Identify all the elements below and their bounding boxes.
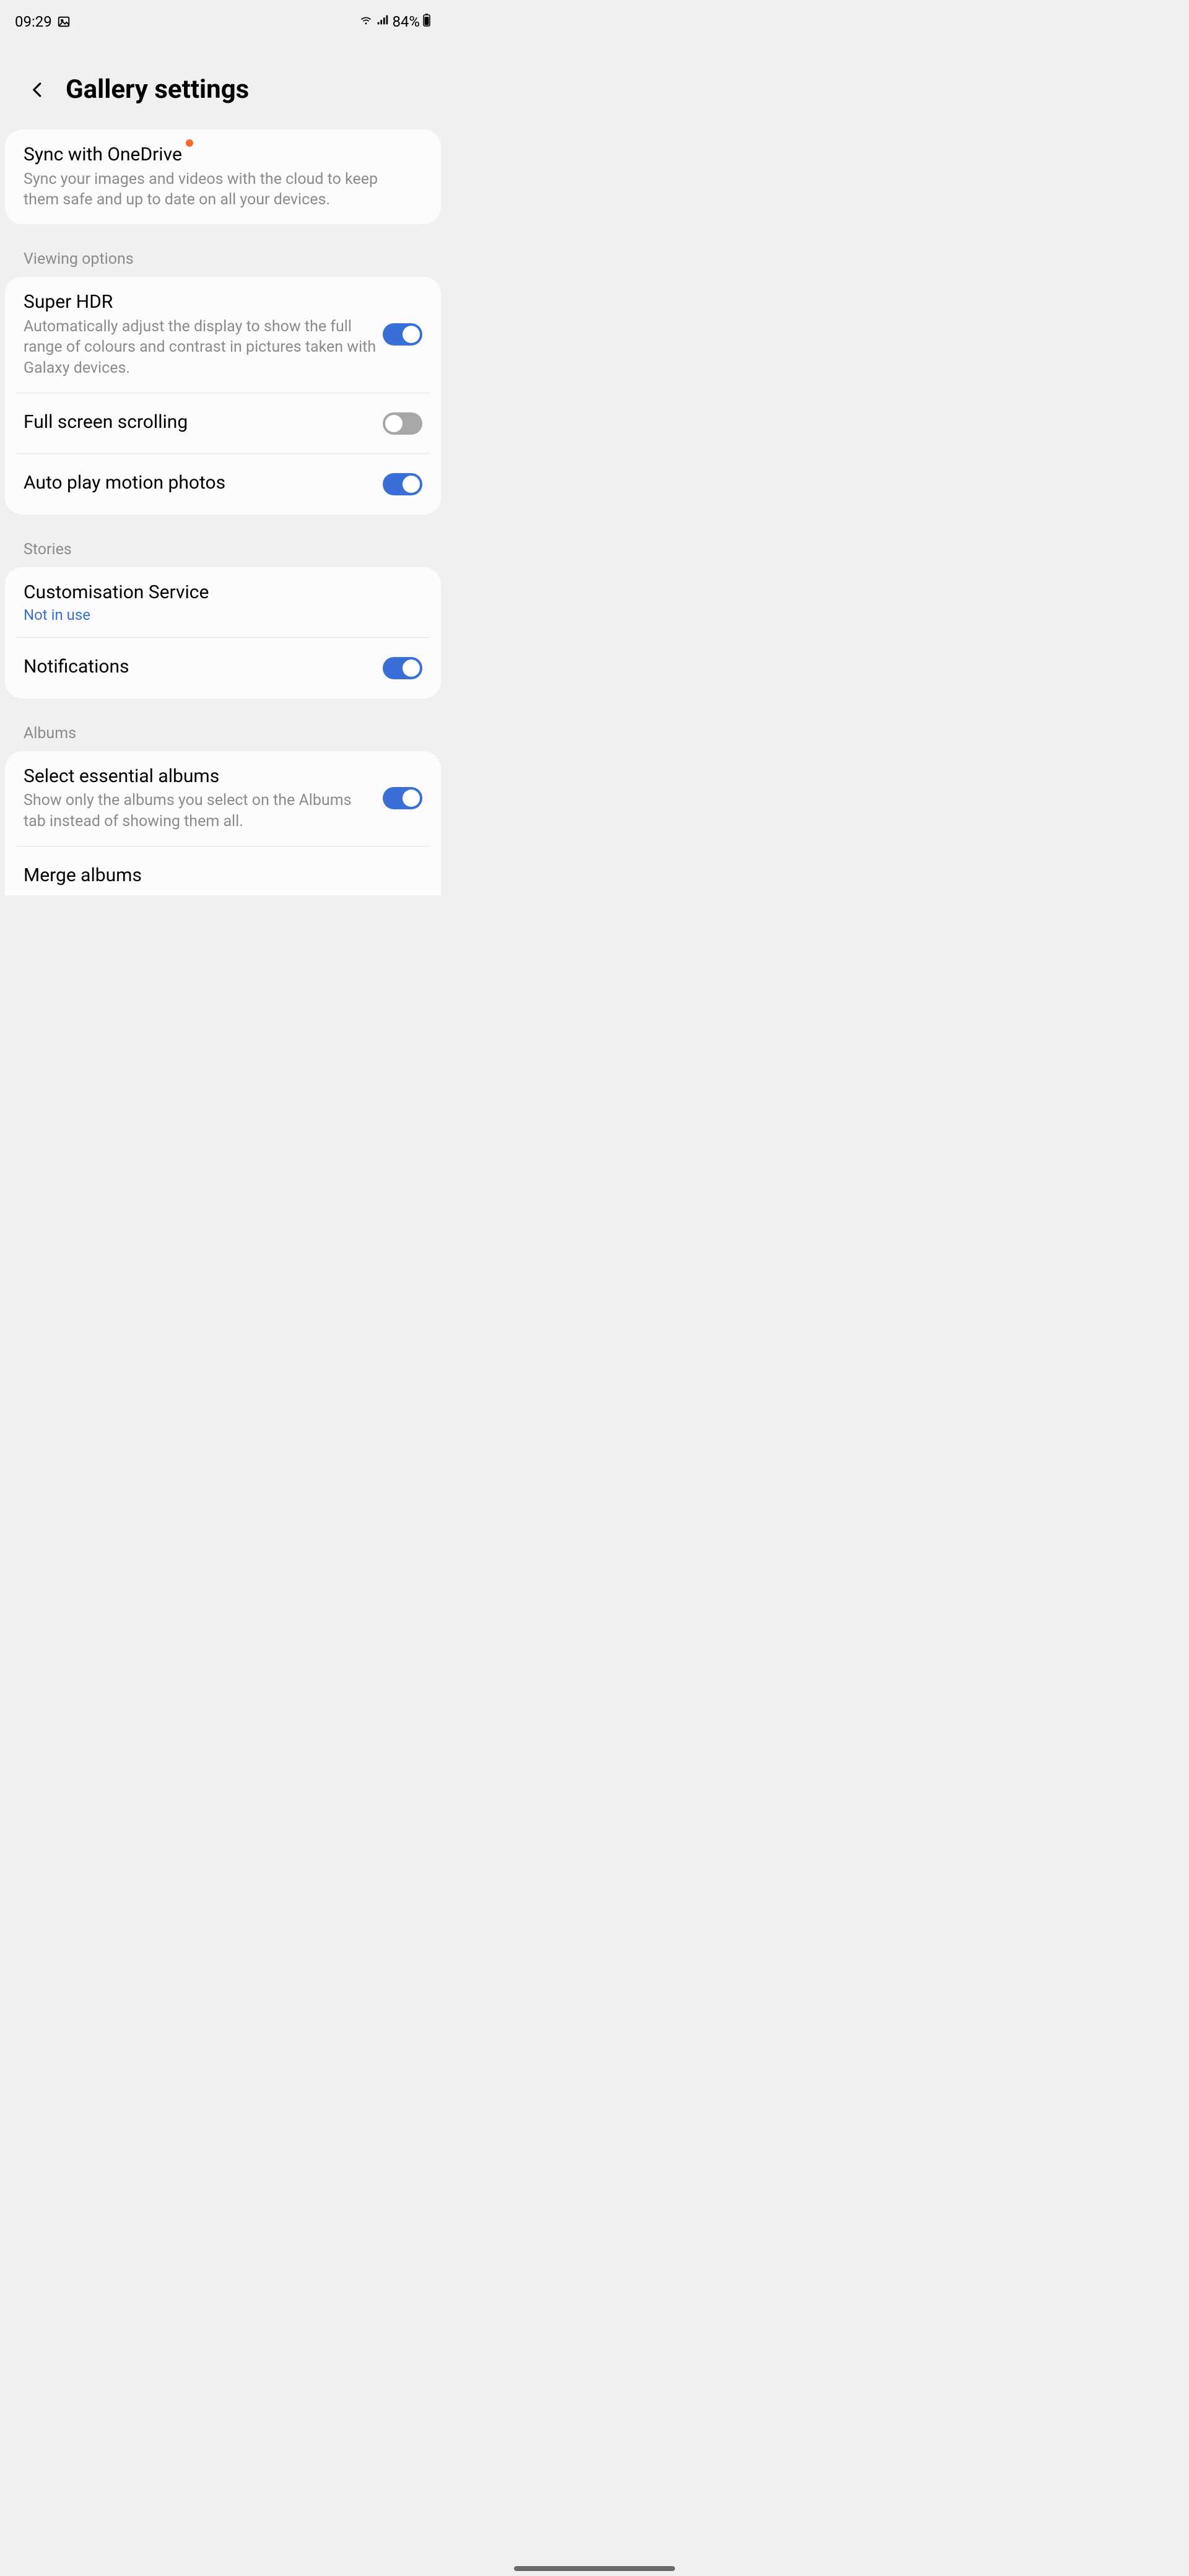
battery-percent: 84% [392, 13, 420, 30]
essential-albums-title: Select essential albums [24, 765, 383, 788]
picture-icon [57, 15, 71, 28]
section-viewing-options: Viewing options [0, 239, 446, 277]
status-bar: 09:29 84% [0, 0, 446, 37]
viewing-card: Super HDR Automatically adjust the displ… [5, 277, 441, 515]
customisation-status: Not in use [24, 606, 422, 624]
essential-albums-desc: Show only the albums you select on the A… [24, 790, 383, 832]
full-screen-scrolling-row[interactable]: Full screen scrolling [5, 393, 441, 454]
sync-title: Sync with OneDrive [24, 143, 182, 167]
battery-icon [422, 12, 431, 31]
merge-albums-title: Merge albums [24, 864, 422, 887]
notifications-row[interactable]: Notifications [5, 638, 441, 698]
super-hdr-desc: Automatically adjust the display to show… [24, 316, 383, 379]
nav-handle[interactable] [514, 2566, 675, 2571]
status-time: 09:29 [15, 13, 52, 30]
signal-icon [376, 13, 390, 30]
section-stories: Stories [0, 529, 446, 567]
notifications-toggle[interactable] [383, 657, 422, 679]
super-hdr-toggle[interactable] [383, 323, 422, 346]
merge-albums-row[interactable]: Merge albums [5, 846, 441, 896]
stories-card: Customisation Service Not in use Notific… [5, 567, 441, 698]
essential-albums-toggle[interactable] [383, 787, 422, 809]
notification-dot-icon [186, 139, 193, 147]
auto-play-row[interactable]: Auto play motion photos [5, 454, 441, 515]
page-title: Gallery settings [66, 74, 249, 105]
essential-albums-row[interactable]: Select essential albums Show only the al… [5, 751, 441, 846]
auto-play-title: Auto play motion photos [24, 471, 383, 495]
page-header: Gallery settings [0, 37, 446, 129]
super-hdr-title: Super HDR [24, 290, 383, 314]
customisation-service-row[interactable]: Customisation Service Not in use [5, 567, 441, 638]
wifi-icon [359, 13, 373, 30]
auto-play-toggle[interactable] [383, 473, 422, 495]
full-screen-title: Full screen scrolling [24, 411, 383, 434]
albums-card: Select essential albums Show only the al… [5, 751, 441, 896]
full-screen-toggle[interactable] [383, 412, 422, 435]
back-icon[interactable] [28, 80, 47, 99]
customisation-title: Customisation Service [24, 581, 422, 604]
sync-desc: Sync your images and videos with the clo… [24, 169, 422, 211]
sync-card: Sync with OneDrive Sync your images and … [5, 129, 441, 224]
sync-onedrive-row[interactable]: Sync with OneDrive Sync your images and … [5, 129, 441, 224]
section-albums: Albums [0, 713, 446, 751]
super-hdr-row[interactable]: Super HDR Automatically adjust the displ… [5, 277, 441, 393]
notifications-title: Notifications [24, 655, 383, 679]
